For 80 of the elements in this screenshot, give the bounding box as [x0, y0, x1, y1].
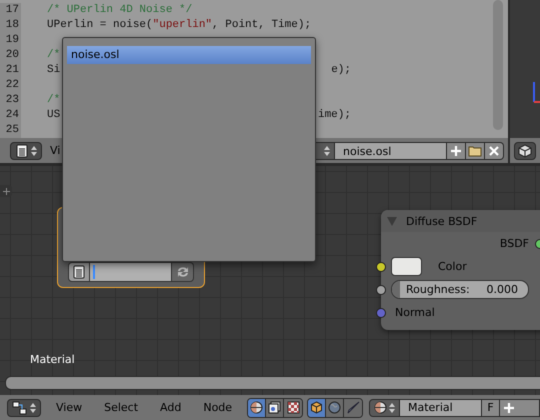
socket-label: Normal [395, 306, 435, 319]
node-tree-label: Material [30, 353, 75, 366]
new-button[interactable] [447, 142, 466, 160]
fake-user-button[interactable]: F [482, 398, 500, 416]
menu-item[interactable]: Add [149, 401, 192, 414]
code-text: , Point, Time); [212, 19, 312, 31]
slider-value: 0.000 [486, 283, 518, 296]
editor-type-button[interactable] [514, 142, 536, 160]
code-text: /* UPerlin 4D Noise */ [47, 4, 192, 16]
updown-icon [31, 144, 37, 156]
reload-button[interactable] [172, 262, 194, 282]
add-button[interactable] [0, 185, 12, 197]
material-name-field[interactable]: Material [400, 398, 482, 416]
material-browse-button[interactable] [369, 398, 400, 416]
tree-type-button[interactable] [284, 398, 302, 416]
document-icon [72, 265, 86, 279]
globe-icon [328, 401, 342, 414]
code-text: ime); [318, 109, 351, 121]
code-text: "uperlin" [152, 19, 212, 31]
folder-icon [468, 144, 482, 156]
menu-item[interactable]: Node [192, 401, 244, 414]
tree-type-button[interactable] [248, 398, 266, 416]
editor-type-button[interactable] [10, 142, 42, 160]
file-name-field[interactable]: noise.osl [335, 142, 447, 160]
code-text: e); [331, 64, 351, 76]
updown-icon [389, 402, 395, 414]
updown-icon [324, 144, 330, 156]
roughness-slider[interactable]: Roughness: 0.000 [391, 280, 529, 299]
line-number: 23 [0, 93, 21, 108]
text-block-field[interactable] [90, 262, 172, 282]
socket-label: BSDF [500, 237, 529, 250]
line-number: 18 [0, 18, 21, 33]
code-text: /* [47, 94, 60, 106]
editor-type-button[interactable] [7, 398, 41, 416]
slider-label: Roughness: [406, 283, 470, 296]
line-number: 17 [0, 3, 21, 18]
open-button[interactable] [466, 142, 485, 160]
line-number: 22 [0, 78, 21, 93]
cube-icon [518, 144, 532, 158]
sphere-icon [250, 401, 264, 414]
code-text: US [47, 109, 60, 121]
close-icon [488, 144, 500, 156]
line-number: 24 [0, 108, 21, 123]
updown-icon [30, 402, 36, 414]
node-editor-icon [12, 400, 28, 414]
code-text: /* [47, 49, 60, 61]
image-icon [268, 401, 282, 414]
plus-icon [450, 144, 462, 156]
plus-icon [503, 402, 515, 414]
sphere-icon [374, 401, 387, 414]
line-number: 21 [0, 63, 21, 78]
cube-icon [310, 401, 324, 414]
axes-icon [532, 80, 540, 104]
refresh-icon [176, 265, 190, 279]
close-button[interactable] [485, 142, 504, 160]
menu-item[interactable]: Vi [50, 144, 60, 157]
code-text: Si [47, 64, 60, 76]
tree-type-button[interactable] [266, 398, 284, 416]
menu-item[interactable]: noise.osl [67, 46, 311, 64]
document-icon [15, 144, 29, 158]
menu-item[interactable]: Select [93, 401, 150, 414]
scrollbar[interactable] [5, 376, 540, 390]
line-number: 19 [0, 33, 21, 48]
menu-item[interactable]: View [45, 401, 94, 414]
brush-icon [346, 401, 360, 414]
text-block-button[interactable] [68, 262, 90, 282]
socket-dot[interactable] [376, 308, 386, 318]
plus-icon [2, 188, 10, 194]
code-text: UPerlin = noise( [47, 19, 153, 31]
socket-label: Color [438, 260, 467, 273]
socket-dot[interactable] [376, 262, 386, 272]
shader-source-button[interactable] [308, 398, 326, 416]
socket-dot[interactable] [376, 284, 386, 294]
line-number: 25 [0, 123, 21, 138]
node-title: Diffuse BSDF [406, 214, 478, 228]
shader-source-button[interactable] [326, 398, 344, 416]
color-swatch[interactable] [391, 257, 422, 276]
checker-icon [286, 401, 300, 414]
new-material-button[interactable] [500, 398, 540, 416]
line-number: 20 [0, 48, 21, 63]
